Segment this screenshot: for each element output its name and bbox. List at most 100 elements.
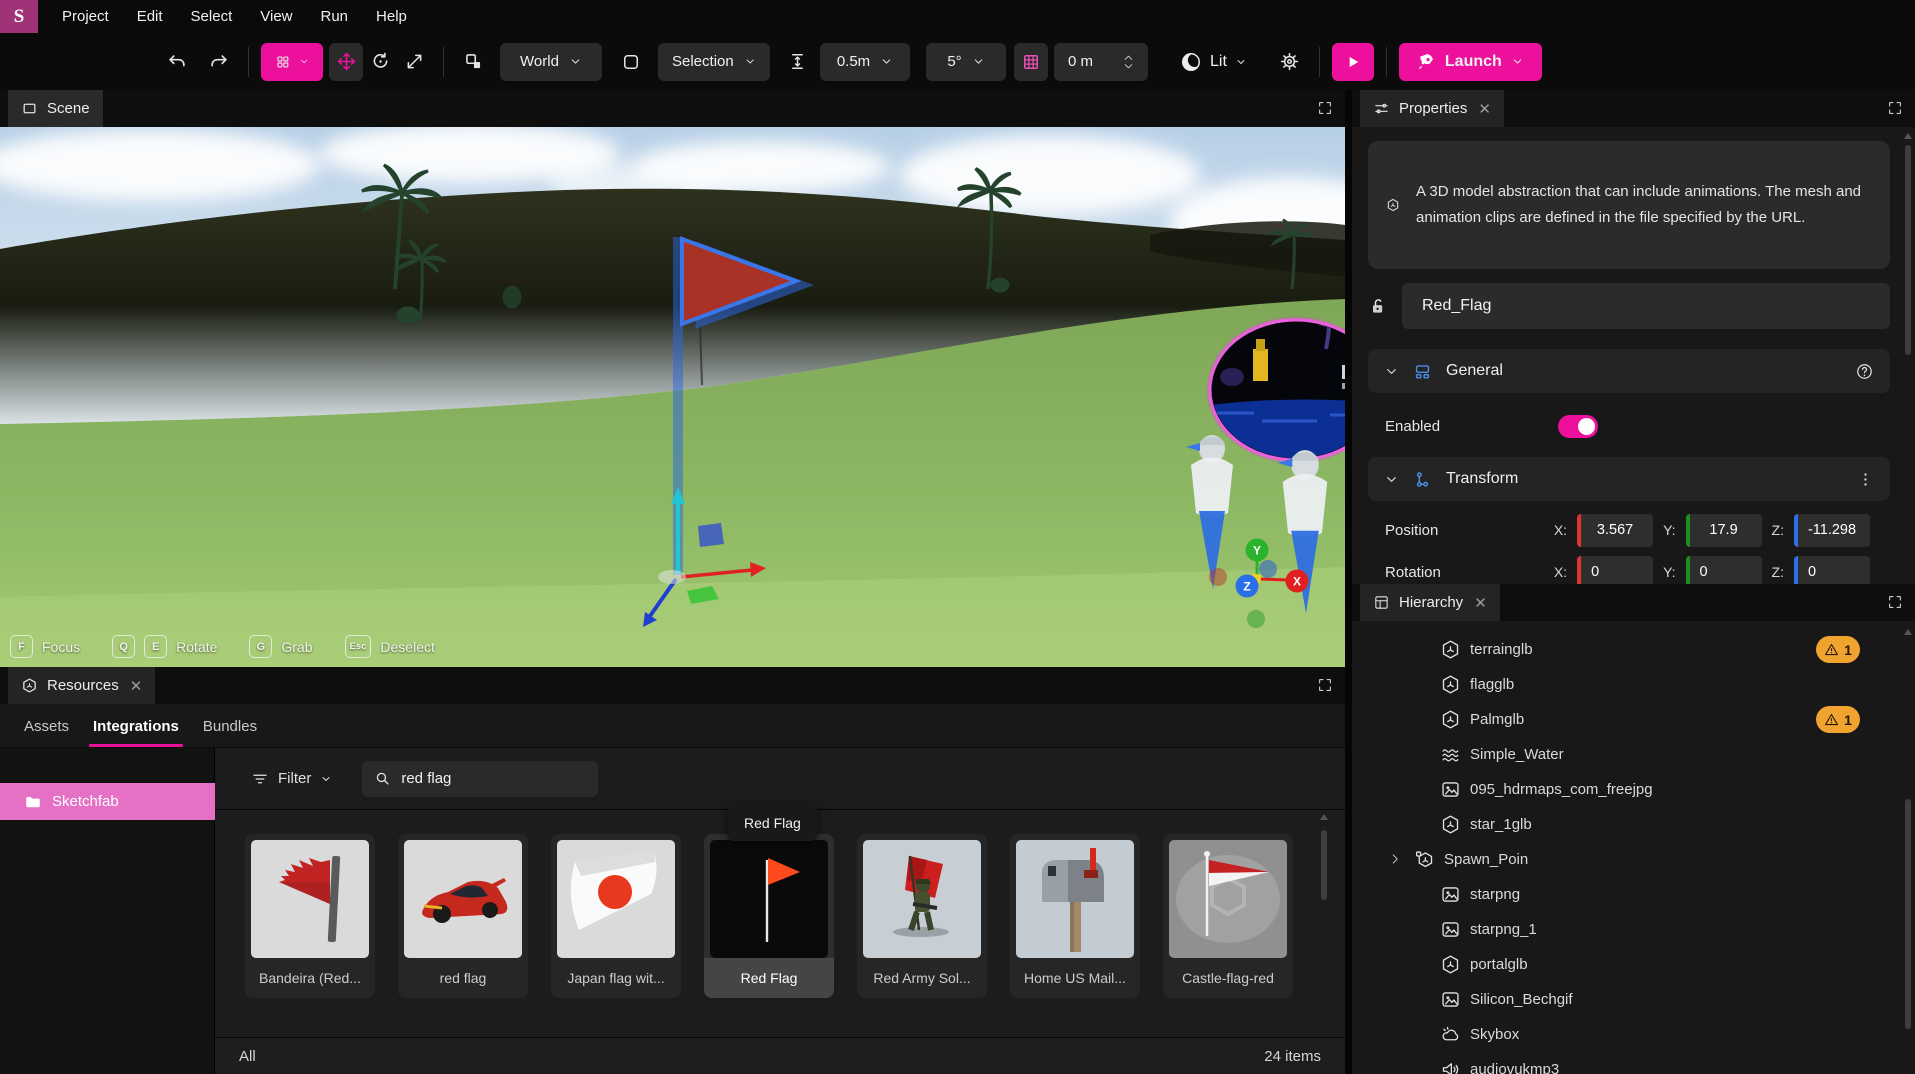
hierarchy-item[interactable]: flagglb [1352,667,1915,702]
entity-name-field[interactable]: Red_Flag [1402,283,1890,329]
chevron-down-icon [744,55,756,68]
model-icon [1440,709,1461,730]
result-card[interactable]: Castle-flag-red [1163,834,1293,998]
enabled-toggle[interactable] [1558,415,1598,438]
result-card[interactable]: red flag [398,834,528,998]
hierarchy-scrollbar[interactable] [1904,639,1912,1069]
grid-scroll-up[interactable] [1320,814,1328,820]
kebab-menu-icon[interactable] [1857,471,1874,488]
warning-badge[interactable]: 1 [1816,706,1860,733]
result-card[interactable]: Home US Mail... [1010,834,1140,998]
hierarchy-item[interactable]: starpng [1352,877,1915,912]
stepper-up-icon[interactable] [1123,54,1134,61]
image-icon [1440,779,1461,800]
undo-button[interactable] [160,43,194,81]
result-card[interactable]: Red Army Sol... [857,834,987,998]
result-card[interactable]: Bandeira (Red... [245,834,375,998]
tab-scene[interactable]: Scene [8,90,103,127]
warning-badge[interactable]: 1 [1816,636,1860,663]
chevron-down-icon[interactable] [1384,364,1399,379]
grid-height-stepper[interactable]: 0 m [1054,43,1148,81]
rotate-snap-dropdown[interactable]: 5° [926,43,1006,81]
result-card[interactable]: Japan flag wit... [551,834,681,998]
tab-assets[interactable]: Assets [24,718,69,747]
rotation-y-field[interactable]: 0 [1686,556,1762,585]
app-logo[interactable]: S [0,0,38,33]
transform-space-button[interactable] [456,43,490,81]
unlock-icon[interactable] [1368,296,1388,316]
shading-dropdown[interactable]: Lit [1174,43,1253,81]
section-general[interactable]: General [1368,349,1890,393]
image-icon [1440,989,1461,1010]
tab-integrations[interactable]: Integrations [93,718,179,747]
tab-bundles[interactable]: Bundles [203,718,257,747]
pivot-button[interactable] [614,43,648,81]
result-card-selected[interactable]: Red Flag [704,834,834,998]
hierarchy-item-parent[interactable]: Spawn_Poin [1352,842,1915,877]
position-y-field[interactable]: 17.9 [1686,514,1762,547]
expand-icon[interactable] [1317,100,1333,116]
play-button[interactable] [1332,43,1374,81]
stepper-down-icon[interactable] [1123,63,1134,70]
menu-select[interactable]: Select [177,0,247,33]
pivot-mode-dropdown[interactable]: Selection [658,43,770,81]
resources-panel: Resources ✕ Assets Integrations Bundles … [0,667,1345,1074]
scene-3d-view[interactable]: Y X Z F Focus Q E Rotate G Grab Esc Dese… [0,127,1345,667]
close-icon[interactable]: ✕ [1474,594,1487,612]
menu-help[interactable]: Help [362,0,421,33]
axis-z-label: Z: [1772,522,1784,538]
hierarchy-item[interactable]: 095_hdrmaps_com_freejpg [1352,772,1915,807]
redo-button[interactable] [202,43,236,81]
hierarchy-item[interactable]: terrainglb 1 [1352,632,1915,667]
menu-project[interactable]: Project [48,0,123,33]
rotation-x-field[interactable]: 0 [1577,556,1653,585]
position-x-field[interactable]: 3.567 [1577,514,1653,547]
tab-resources[interactable]: Resources ✕ [8,667,155,704]
audio-icon [1440,1059,1461,1074]
filter-dropdown[interactable]: Filter [251,770,332,788]
hierarchy-item[interactable]: Skybox [1352,1017,1915,1052]
chevron-right-icon[interactable] [1388,852,1402,866]
move-tool-button[interactable] [329,43,363,81]
hierarchy-item[interactable]: star_1glb [1352,807,1915,842]
footer-scope[interactable]: All [239,1048,256,1065]
hierarchy-item[interactable]: Simple_Water [1352,737,1915,772]
scene-tab-label: Scene [47,100,90,117]
properties-scrollbar[interactable] [1904,143,1912,576]
sidebar-item-sketchfab[interactable]: Sketchfab [0,783,215,820]
chevron-down-icon[interactable] [1384,472,1399,487]
rotate-tool-button[interactable] [363,43,397,81]
help-icon[interactable] [1855,362,1874,381]
grid-scrollbar[interactable] [1320,824,1328,1034]
hierarchy-item[interactable]: portalglb [1352,947,1915,982]
tab-hierarchy[interactable]: Hierarchy ✕ [1360,584,1500,621]
space-dropdown[interactable]: World [500,43,602,81]
scale-tool-button[interactable] [397,43,431,81]
hierarchy-item[interactable]: starpng_1 [1352,912,1915,947]
move-snap-dropdown[interactable]: 0.5m [820,43,910,81]
menu-run[interactable]: Run [307,0,363,33]
menu-edit[interactable]: Edit [123,0,177,33]
settings-button[interactable] [1273,43,1307,81]
properties-scroll-up[interactable] [1904,133,1912,139]
close-icon[interactable]: ✕ [1478,100,1491,118]
hierarchy-scroll-up[interactable] [1904,629,1912,635]
rotation-z-field[interactable]: 0 [1794,556,1870,585]
hierarchy-item[interactable]: Palmglb 1 [1352,702,1915,737]
position-z-field[interactable]: -11.298 [1794,514,1870,547]
grid-toggle-button[interactable] [1014,43,1048,81]
search-input[interactable]: red flag [362,761,598,797]
launch-button[interactable]: Launch [1399,43,1542,81]
move-snap-icon-button[interactable] [780,43,814,81]
gizmo-mode-button[interactable] [261,43,323,81]
resources-main: Filter red flag Red Flag [215,748,1345,1074]
hierarchy-item[interactable]: audiovukmp3 [1352,1052,1915,1074]
menu-view[interactable]: View [246,0,306,33]
close-icon[interactable]: ✕ [130,677,143,695]
expand-icon[interactable] [1887,594,1903,610]
expand-icon[interactable] [1317,677,1333,693]
section-transform[interactable]: Transform [1368,457,1890,501]
expand-icon[interactable] [1887,100,1903,116]
tab-properties[interactable]: Properties ✕ [1360,90,1504,127]
hierarchy-item[interactable]: Silicon_Bechgif [1352,982,1915,1017]
